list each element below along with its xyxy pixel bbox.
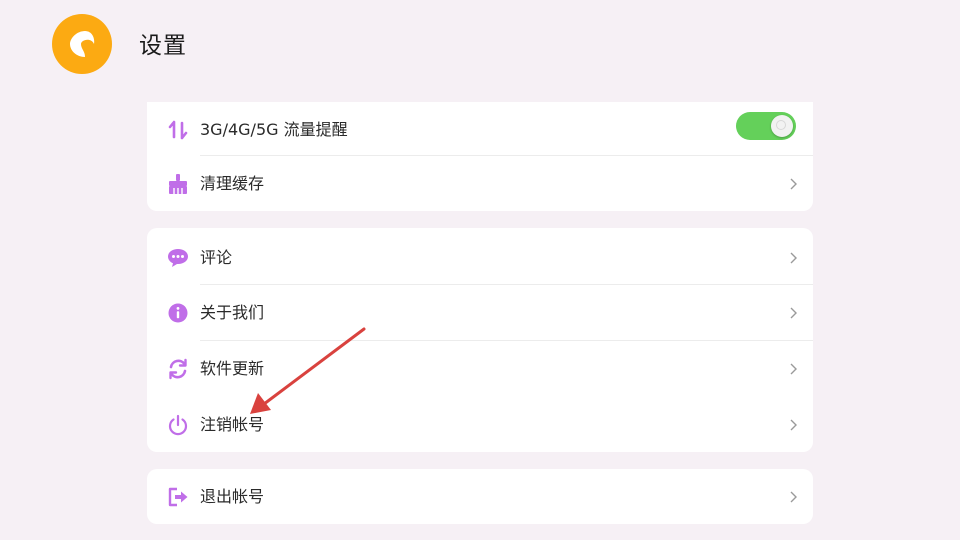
page-title: 设置 bbox=[139, 33, 187, 59]
settings-row-deactivate-account[interactable]: 注销帐号 bbox=[147, 397, 813, 452]
chevron-right-icon bbox=[790, 252, 797, 264]
data-alert-toggle[interactable] bbox=[736, 112, 796, 140]
settings-group-general: 评论 关于我们 软件更新 注销帐号 bbox=[147, 228, 813, 452]
settings-row-label: 关于我们 bbox=[200, 303, 265, 322]
back-logo-button[interactable] bbox=[52, 14, 112, 74]
back-logo-icon bbox=[70, 31, 95, 57]
settings-row-update[interactable]: 软件更新 bbox=[147, 341, 813, 397]
power-icon bbox=[167, 414, 189, 436]
settings-group-network: 3G/4G/5G 流量提醒 清理缓存 bbox=[147, 102, 813, 211]
chevron-right-icon bbox=[790, 178, 797, 190]
data-arrows-icon bbox=[167, 119, 189, 141]
comment-bubble-icon bbox=[167, 247, 189, 269]
settings-row-label: 退出帐号 bbox=[200, 487, 265, 506]
broom-icon bbox=[167, 173, 189, 195]
settings-row-clear-cache[interactable]: 清理缓存 bbox=[147, 156, 813, 211]
settings-row-label: 评论 bbox=[200, 248, 233, 267]
settings-row-comment[interactable]: 评论 bbox=[147, 230, 813, 286]
chevron-right-icon bbox=[790, 363, 797, 375]
chevron-right-icon bbox=[790, 307, 797, 319]
settings-row-data-alert[interactable]: 3G/4G/5G 流量提醒 bbox=[147, 102, 813, 158]
chevron-right-icon bbox=[790, 491, 797, 503]
header: 设置 bbox=[0, 0, 960, 90]
settings-row-about[interactable]: 关于我们 bbox=[147, 285, 813, 341]
toggle-knob bbox=[771, 115, 793, 137]
settings-row-label: 注销帐号 bbox=[200, 415, 265, 434]
chevron-right-icon bbox=[790, 419, 797, 431]
logout-icon bbox=[167, 486, 189, 508]
settings-row-label: 清理缓存 bbox=[200, 174, 265, 193]
settings-row-logout[interactable]: 退出帐号 bbox=[147, 469, 813, 524]
settings-group-account: 退出帐号 bbox=[147, 469, 813, 524]
settings-row-label: 软件更新 bbox=[200, 359, 265, 378]
info-icon bbox=[167, 302, 189, 324]
refresh-icon bbox=[167, 358, 189, 380]
settings-row-label: 3G/4G/5G 流量提醒 bbox=[200, 120, 348, 139]
